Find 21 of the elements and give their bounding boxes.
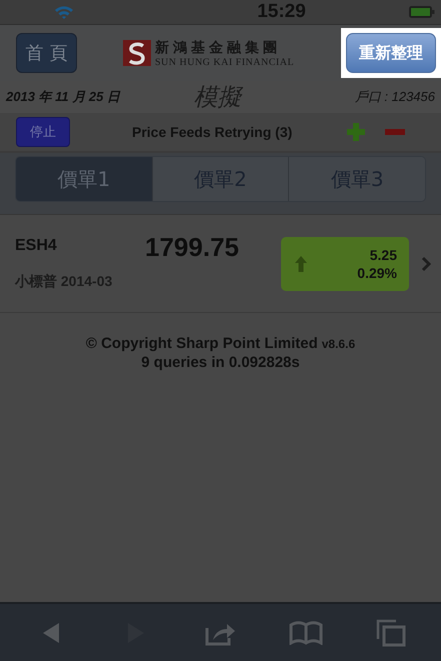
version-text: v8.6.6 (322, 337, 356, 351)
chevron-icon (421, 256, 431, 272)
date-text: 2013 年 11 月 25 日 (6, 88, 120, 106)
copyright-text: © Copyright Sharp Point Limited (86, 335, 318, 352)
wifi-icon (54, 5, 74, 19)
logo-icon (123, 40, 151, 66)
pages-icon[interactable] (376, 618, 406, 646)
queries-text: 9 queries in 0.092828s (141, 354, 300, 371)
change-percent: 0.29% (357, 264, 397, 280)
book-icon[interactable] (288, 620, 322, 644)
plus-icon[interactable] (347, 123, 365, 141)
home-button[interactable]: 首 頁 (16, 33, 77, 73)
battery-icon (408, 6, 435, 18)
price-text: 1799.75 (145, 232, 239, 263)
arrow-icon (295, 256, 307, 272)
symbol-text: ESH4 (15, 236, 58, 254)
change-value: 5.25 (370, 246, 397, 262)
stop-button[interactable]: 停止 (16, 117, 70, 147)
tab[interactable]: 價單1 (16, 157, 152, 201)
refresh-button[interactable]: 重新整理 (346, 33, 436, 73)
account-text: 戶口 : 123456 (354, 88, 435, 106)
